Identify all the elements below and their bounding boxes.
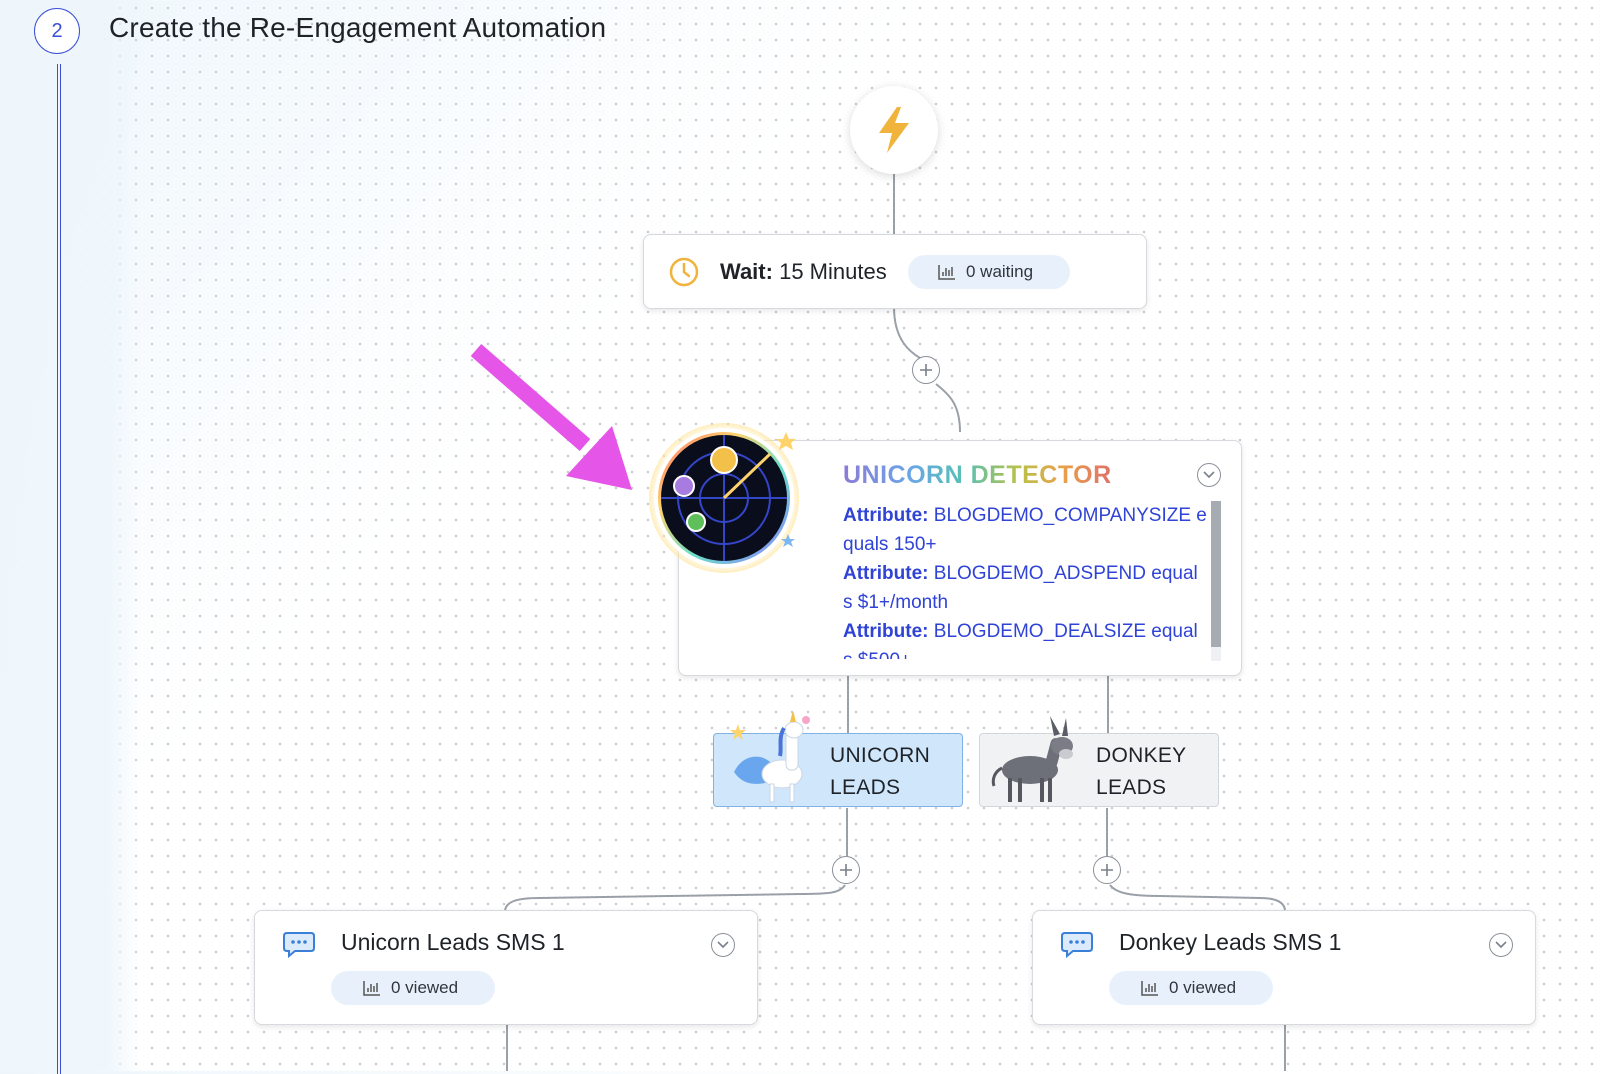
radar-icon: [649, 423, 799, 573]
bar-chart-icon: [938, 265, 955, 280]
unicorn-sms-card[interactable]: Unicorn Leads SMS 1 0 viewed: [254, 910, 758, 1025]
add-step-button[interactable]: [912, 356, 940, 384]
viewed-count: 0 viewed: [391, 978, 459, 997]
condition-line: quals 150+: [843, 534, 937, 555]
donkey-icon: [991, 716, 1073, 802]
wait-duration: Wait: 15 Minutes: [720, 259, 887, 284]
expand-toggle[interactable]: [1197, 463, 1221, 487]
viewed-count: 0 viewed: [1169, 978, 1237, 997]
donkey-leads-label: DONKEY LEADS: [1096, 744, 1187, 799]
condition-line: Attribute: BLOGDEMO_COMPANYSIZE e: [843, 505, 1207, 526]
chat-bubble-icon: [283, 932, 315, 959]
condition-line: s $1+/month: [843, 592, 949, 613]
condition-line: Attribute: BLOGDEMO_ADSPEND equal: [843, 563, 1198, 584]
unicorn-leads-label: UNICORN LEADS: [830, 744, 931, 799]
clock-icon: [669, 257, 699, 287]
add-step-button-unicorn[interactable]: [832, 856, 860, 884]
viewed-stat-pill[interactable]: 0 viewed: [331, 971, 495, 1005]
condition-line: Attribute: BLOGDEMO_DEALSIZE equal: [843, 621, 1198, 642]
scrollbar-thumb[interactable]: [1211, 501, 1221, 647]
expand-toggle[interactable]: [711, 933, 735, 957]
unicorn-leads-branch[interactable]: UNICORN LEADS: [713, 712, 963, 807]
viewed-stat-pill[interactable]: 0 viewed: [1109, 971, 1273, 1005]
plus-icon: [920, 364, 932, 376]
condition-list: Attribute: BLOGDEMO_COMPANYSIZE e quals …: [843, 501, 1209, 659]
donkey-leads-branch[interactable]: DONKEY LEADS: [979, 716, 1219, 807]
waiting-count: 0 waiting: [966, 262, 1034, 281]
condition-scrollbar[interactable]: [1211, 501, 1221, 661]
expand-toggle[interactable]: [1489, 933, 1513, 957]
condition-line: s $500+: [843, 646, 1209, 659]
chevron-down-icon: [1203, 471, 1215, 479]
sms-title: Donkey Leads SMS 1: [1119, 929, 1342, 955]
trigger-node[interactable]: [850, 86, 938, 174]
wait-step-card[interactable]: Wait: 15 Minutes 0 waiting: [643, 234, 1147, 309]
bar-chart-icon: [363, 981, 380, 996]
waiting-stat-pill[interactable]: 0 waiting: [908, 255, 1070, 289]
chevron-down-icon: [1495, 941, 1507, 949]
unicorn-icon: [730, 712, 810, 803]
chat-bubble-icon: [1061, 932, 1093, 959]
plus-icon: [1101, 864, 1113, 876]
plus-icon: [840, 864, 852, 876]
add-step-button-donkey[interactable]: [1093, 856, 1121, 884]
lightning-bolt-icon: [879, 107, 909, 153]
chevron-down-icon: [717, 941, 729, 949]
sms-title: Unicorn Leads SMS 1: [341, 929, 565, 955]
donkey-sms-card[interactable]: Donkey Leads SMS 1 0 viewed: [1032, 910, 1536, 1025]
bar-chart-icon: [1141, 981, 1158, 996]
detector-title: UNICORN DETECTOR: [843, 461, 1112, 489]
